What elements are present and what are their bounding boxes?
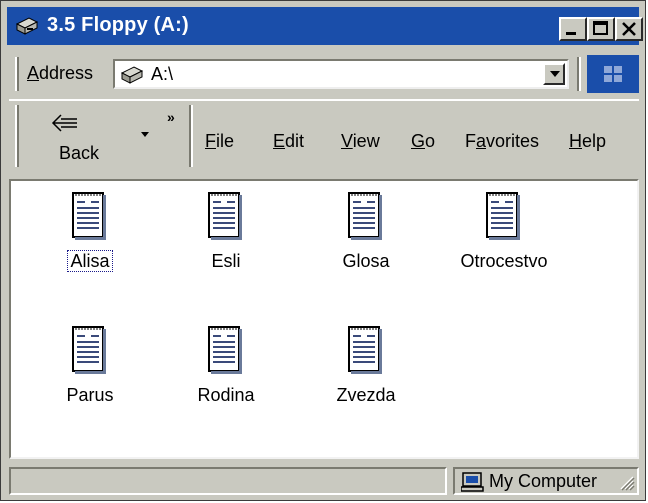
explorer-window: 3.5 Floppy (A:) Address A:\ Back » File … xyxy=(0,0,646,501)
minimize-button[interactable] xyxy=(559,17,587,41)
zone-label: My Computer xyxy=(489,471,598,491)
menu-file[interactable]: File xyxy=(205,131,234,152)
status-pane-zone: My Computer xyxy=(453,467,639,495)
file-item-esli[interactable]: Esli xyxy=(171,181,281,301)
file-name: Parus xyxy=(66,385,114,405)
minimize-icon xyxy=(566,32,576,35)
title-bar[interactable]: 3.5 Floppy (A:) xyxy=(7,7,643,45)
document-icon xyxy=(486,192,520,240)
address-value: A:\ xyxy=(151,64,174,84)
windows-logo-icon xyxy=(604,66,622,82)
file-list-view[interactable]: Alisa Esli Glosa Otrocestvo Parus Rodina… xyxy=(9,179,639,459)
maximize-button[interactable] xyxy=(587,17,615,41)
file-name: Alisa xyxy=(35,250,145,272)
file-name: Otrocestvo xyxy=(460,251,548,271)
file-name: Glosa xyxy=(342,251,390,271)
file-item-glosa[interactable]: Glosa xyxy=(311,181,421,301)
back-button[interactable]: Back xyxy=(31,107,111,167)
file-name: Zvezda xyxy=(336,385,396,405)
floppy-drive-icon xyxy=(120,66,144,84)
document-icon xyxy=(208,326,242,374)
address-bar: Address A:\ xyxy=(9,53,639,95)
file-item-rodina[interactable]: Rodina xyxy=(171,315,281,435)
chevron-down-icon xyxy=(550,71,560,77)
status-pane-main xyxy=(9,467,447,495)
file-name: Esli xyxy=(211,251,241,271)
file-name: Rodina xyxy=(197,385,255,405)
back-label: Back xyxy=(59,143,100,163)
standard-toolbar: Back » File Edit View Go Favorites Help xyxy=(9,99,639,171)
back-arrow-icon xyxy=(51,114,77,132)
document-icon xyxy=(72,192,106,240)
menu-favorites[interactable]: Favorites xyxy=(465,131,539,152)
menu-go[interactable]: Go xyxy=(411,131,435,152)
menu-edit[interactable]: Edit xyxy=(273,131,304,152)
address-bar-grip[interactable] xyxy=(15,57,19,91)
file-item-otrocestvo[interactable]: Otrocestvo xyxy=(449,181,559,301)
file-item-zvezda[interactable]: Zvezda xyxy=(311,315,421,435)
address-separator xyxy=(577,57,581,91)
chevron-down-icon[interactable] xyxy=(139,131,151,139)
toolbar-separator xyxy=(189,105,193,167)
menu-help[interactable]: Help xyxy=(569,131,606,152)
document-icon xyxy=(348,192,382,240)
address-label: Address xyxy=(27,63,94,83)
maximize-icon xyxy=(593,21,608,35)
toolbar-grip[interactable] xyxy=(15,105,19,167)
address-field[interactable]: A:\ xyxy=(113,59,569,89)
document-icon xyxy=(208,192,242,240)
my-computer-icon xyxy=(461,472,484,492)
file-item-parus[interactable]: Parus xyxy=(35,315,145,435)
resize-grip-icon[interactable] xyxy=(617,473,635,491)
address-dropdown-button[interactable] xyxy=(543,63,565,85)
floppy-drive-icon xyxy=(15,17,39,35)
menu-view[interactable]: View xyxy=(341,131,380,152)
close-button[interactable] xyxy=(615,17,643,41)
status-bar: My Computer xyxy=(9,465,639,497)
close-icon xyxy=(622,22,636,36)
document-icon xyxy=(72,326,106,374)
toolbar-chevron[interactable]: » xyxy=(167,109,175,125)
window-title: 3.5 Floppy (A:) xyxy=(47,14,189,36)
file-item-alisa[interactable]: Alisa xyxy=(35,181,145,301)
windows-logo-throbber xyxy=(587,55,639,93)
document-icon xyxy=(348,326,382,374)
